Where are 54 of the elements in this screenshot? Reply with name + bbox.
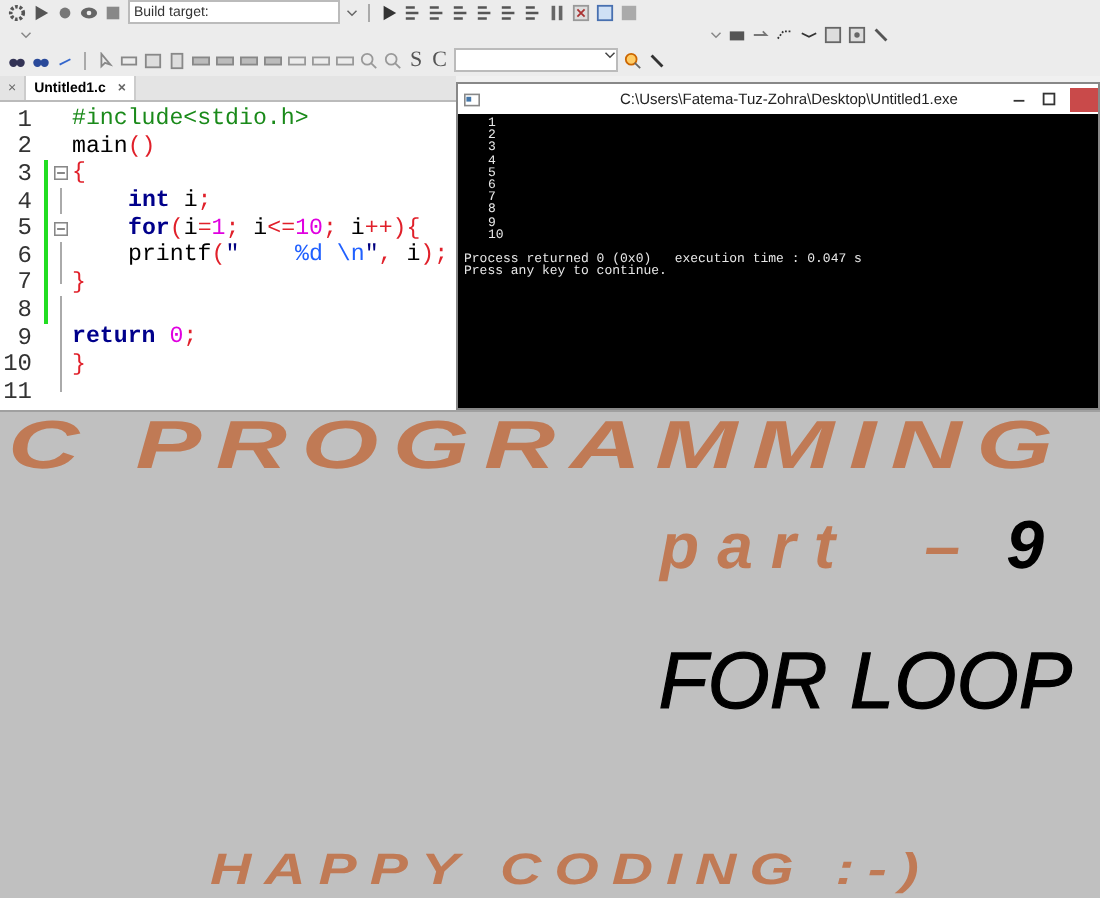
line-number: 1 [15,105,32,134]
rectangle-icon[interactable] [120,51,138,69]
line-number: 10 [1,350,32,379]
line-number: 6 [15,241,32,270]
topic-title: FOR LOOP [658,638,1072,728]
part-number: 9 [1006,508,1044,586]
debug-step-icon[interactable] [500,3,518,21]
stop-icon[interactable] [104,3,122,21]
window-icon[interactable] [824,26,842,44]
code-line: int i; [126,188,212,215]
line-number: 2 [15,132,32,161]
maximize-icon[interactable] [1040,90,1058,108]
code-line: printf(" %d \n", i); [126,242,449,269]
fold-marker-icon[interactable] [53,166,67,181]
debug-step-icon[interactable] [404,3,422,21]
document-icon[interactable] [168,51,186,69]
pause-icon[interactable] [548,3,566,21]
toolbar-button[interactable]: C [430,48,449,72]
caret-icon[interactable] [604,50,617,60]
debug-step-icon[interactable] [476,3,494,21]
close-button[interactable] [1070,87,1098,111]
debug-step-icon[interactable] [452,3,470,21]
debug-step-icon[interactable] [428,3,446,21]
pointer-icon[interactable] [96,51,114,69]
code-line: return 0; [72,324,198,351]
code-line: { [72,160,86,187]
close-icon[interactable] [572,3,590,21]
line-number: 9 [15,323,32,352]
line-number: 7 [15,268,32,297]
line-number: 8 [15,295,32,324]
line-number: 4 [15,187,32,216]
banner-title: C PROGRAMMING [8,412,1068,480]
code-line: } [72,269,86,296]
toolbar-button[interactable]: S [408,48,425,72]
line-number: 5 [15,214,32,243]
zoom-in-icon[interactable] [360,51,378,69]
play-icon[interactable] [32,3,50,21]
zoom-out-icon[interactable] [384,51,402,69]
line-number: 3 [15,159,32,188]
play-icon[interactable] [380,3,398,21]
code-line: main() [72,133,156,160]
line-number: 11 [1,377,32,406]
console-icon [464,91,480,107]
image-icon[interactable] [144,51,162,69]
code-line: #include<stdio.h> [72,106,309,133]
part-label: part – [660,510,979,584]
banner-footer: HAPPY CODING :-) [210,844,932,896]
dotted-line-icon[interactable] [776,26,794,44]
code-line: } [72,351,86,378]
caret-icon[interactable] [346,7,358,17]
fold-marker-icon[interactable] [53,221,67,236]
code-line: for(i=1; i<=10; i++){ [126,215,421,242]
debug-step-icon[interactable] [524,3,542,21]
eye-icon[interactable] [80,3,98,21]
